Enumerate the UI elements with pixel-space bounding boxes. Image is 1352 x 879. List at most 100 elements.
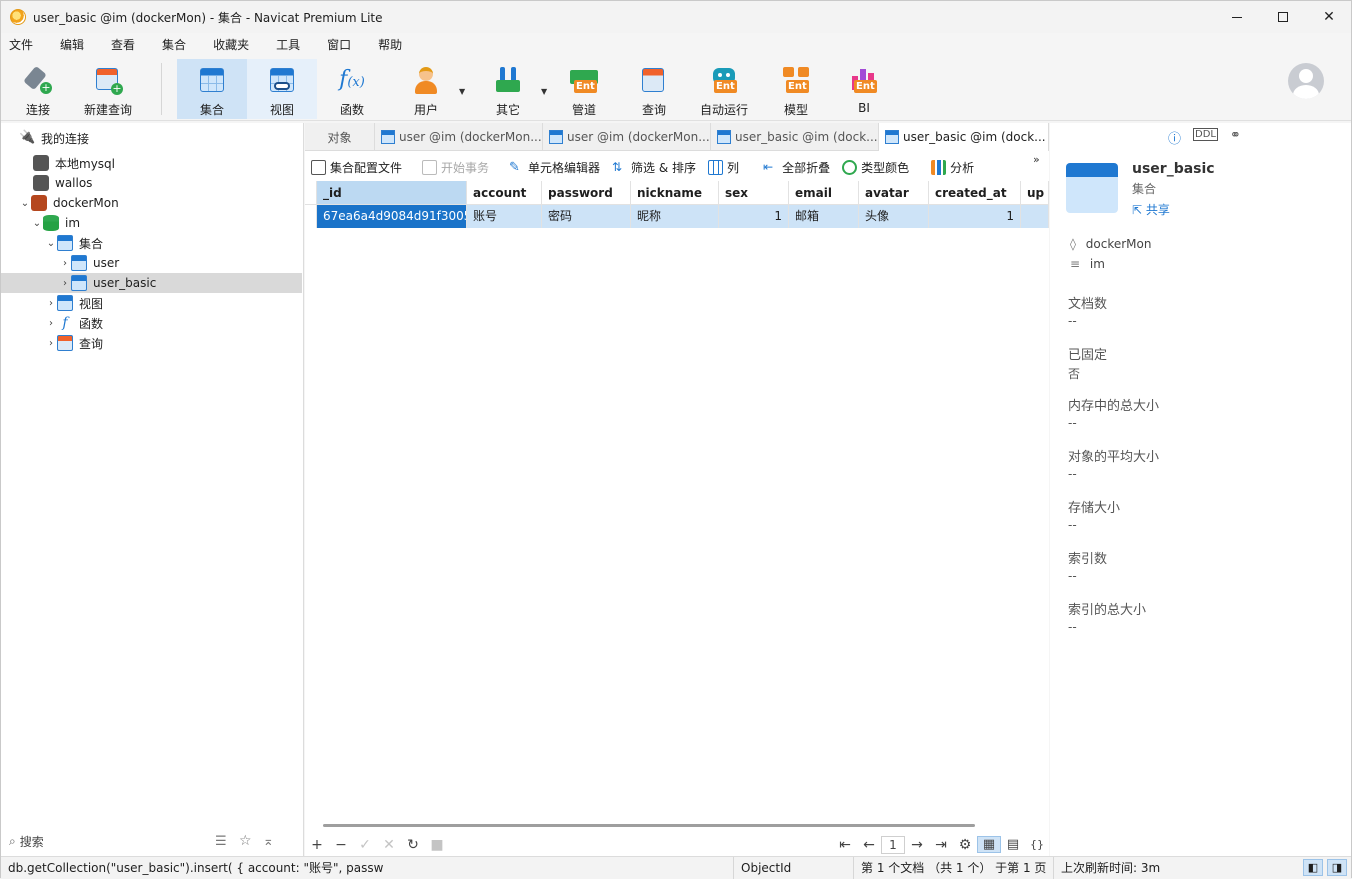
dependencies-icon[interactable]: ⚭ bbox=[1230, 128, 1241, 147]
search-input[interactable]: 搜索 bbox=[20, 833, 44, 850]
tree-item-collections[interactable]: ⌄ 集合 bbox=[1, 233, 302, 253]
menu-help[interactable]: 帮助 bbox=[370, 34, 413, 56]
column-header-password[interactable]: password bbox=[542, 181, 631, 205]
tab-user-1[interactable]: user @im (dockerMon... bbox=[375, 123, 543, 151]
chevron-down-icon[interactable]: ⌄ bbox=[45, 238, 57, 249]
previous-page-icon[interactable]: ← bbox=[857, 837, 881, 853]
column-header-email[interactable]: email bbox=[789, 181, 859, 205]
ddl-icon[interactable]: DDL bbox=[1193, 128, 1218, 141]
chevron-right-icon[interactable]: › bbox=[59, 278, 71, 289]
page-number-input[interactable]: 1 bbox=[881, 835, 905, 854]
cell-password[interactable]: 密码 bbox=[542, 205, 631, 228]
stop-icon[interactable]: ■ bbox=[425, 837, 449, 853]
cell-sex[interactable]: 1 bbox=[719, 205, 789, 228]
apply-changes-icon[interactable]: ✓ bbox=[353, 837, 377, 853]
more-chevron-icon[interactable]: » bbox=[1033, 153, 1040, 166]
minimize-button[interactable] bbox=[1214, 1, 1260, 33]
chevron-right-icon[interactable]: › bbox=[59, 258, 71, 269]
collapse-all-icon[interactable]: ⌅ bbox=[263, 834, 274, 849]
tree-root[interactable]: 🔌 我的连接 bbox=[1, 128, 302, 148]
pipeline-button[interactable]: Ent 管道 bbox=[553, 59, 615, 119]
cell-id[interactable]: 67ea6a4d9084d91f3005 bbox=[317, 205, 467, 228]
delete-record-icon[interactable]: − bbox=[329, 837, 353, 853]
begin-transaction-button[interactable]: 开始事务 bbox=[416, 159, 495, 176]
column-header-account[interactable]: account bbox=[467, 181, 542, 205]
cell-nickname[interactable]: 昵称 bbox=[631, 205, 719, 228]
columns-button[interactable]: 列 bbox=[702, 159, 745, 176]
model-button[interactable]: Ent 模型 bbox=[765, 59, 827, 119]
analyze-button[interactable]: 分析 bbox=[925, 159, 980, 176]
chevron-right-icon[interactable]: › bbox=[45, 298, 57, 309]
column-header-avatar[interactable]: avatar bbox=[859, 181, 929, 205]
last-page-icon[interactable]: ⇥ bbox=[929, 837, 953, 853]
function-button[interactable]: f(x) 函数 bbox=[321, 59, 383, 119]
tab-user-basic-2[interactable]: user_basic @im (dock... bbox=[879, 123, 1049, 151]
chevron-down-icon[interactable]: ⌄ bbox=[19, 198, 31, 209]
tree-item-views[interactable]: › 视图 bbox=[1, 293, 302, 313]
type-color-button[interactable]: 类型颜色 bbox=[836, 159, 915, 176]
tree-item-wallos[interactable]: wallos bbox=[1, 173, 302, 193]
json-view-icon[interactable]: {} bbox=[1025, 838, 1049, 851]
collection-config-button[interactable]: 集合配置文件 bbox=[305, 159, 408, 176]
info-icon[interactable]: ⓘ bbox=[1168, 128, 1181, 147]
cell-created-at[interactable]: 1 bbox=[929, 205, 1021, 228]
query-button[interactable]: 查询 bbox=[623, 59, 685, 119]
left-panel-toggle-icon[interactable]: ◧ bbox=[1303, 859, 1323, 876]
other-button[interactable]: 其它 bbox=[477, 59, 539, 119]
menu-view[interactable]: 查看 bbox=[103, 34, 146, 56]
chevron-right-icon[interactable]: › bbox=[45, 338, 57, 349]
view-button[interactable]: 视图 bbox=[247, 59, 317, 119]
cell-avatar[interactable]: 头像 bbox=[859, 205, 929, 228]
user-button[interactable]: 用户 bbox=[395, 59, 457, 119]
collection-button[interactable]: 集合 bbox=[177, 59, 247, 119]
cell-editor-button[interactable]: ✎ 单元格编辑器 bbox=[503, 159, 606, 176]
table-row[interactable]: 67ea6a4d9084d91f3005 账号 密码 昵称 1 邮箱 头像 1 bbox=[305, 205, 1049, 229]
star-icon[interactable]: ☆ bbox=[239, 833, 252, 849]
tree-item-user-basic[interactable]: › user_basic bbox=[1, 273, 302, 293]
user-dropdown-icon[interactable]: ▼ bbox=[459, 87, 465, 96]
tree-item-im[interactable]: ⌄ im bbox=[1, 213, 302, 233]
column-header-updated[interactable]: up bbox=[1021, 181, 1049, 205]
gear-icon[interactable]: ⚙ bbox=[953, 837, 977, 853]
account-avatar[interactable] bbox=[1288, 63, 1324, 99]
collapse-all-button[interactable]: ⇤ 全部折叠 bbox=[757, 159, 836, 176]
share-link[interactable]: ⇱ 共享 bbox=[1132, 201, 1170, 218]
column-header-sex[interactable]: sex bbox=[719, 181, 789, 205]
close-button[interactable]: ✕ bbox=[1306, 1, 1352, 33]
menu-edit[interactable]: 编辑 bbox=[52, 34, 95, 56]
tree-item-user[interactable]: › user bbox=[1, 253, 302, 273]
tree-item-local-mysql[interactable]: 本地mysql bbox=[1, 153, 302, 173]
connect-button[interactable]: + 连接 bbox=[9, 59, 67, 119]
cell-account[interactable]: 账号 bbox=[467, 205, 542, 228]
tab-user-2[interactable]: user @im (dockerMon... bbox=[543, 123, 711, 151]
tab-user-basic-1[interactable]: user_basic @im (dock... bbox=[711, 123, 879, 151]
tree-search[interactable]: ⌕ 搜索 ☰ ☆ ⌅ bbox=[1, 827, 302, 855]
filter-icon[interactable]: ☰ bbox=[215, 834, 227, 849]
menu-file[interactable]: 文件 bbox=[1, 34, 44, 56]
column-header-id[interactable]: _id bbox=[317, 181, 467, 205]
cell-updated[interactable] bbox=[1021, 205, 1049, 228]
horizontal-scrollbar[interactable] bbox=[323, 824, 975, 827]
menu-window[interactable]: 窗口 bbox=[319, 34, 362, 56]
next-page-icon[interactable]: → bbox=[905, 837, 929, 853]
other-dropdown-icon[interactable]: ▼ bbox=[541, 87, 547, 96]
column-header-nickname[interactable]: nickname bbox=[631, 181, 719, 205]
tree-item-queries[interactable]: › 查询 bbox=[1, 333, 302, 353]
chevron-down-icon[interactable]: ⌄ bbox=[31, 218, 43, 229]
tree-item-functions[interactable]: › f 函数 bbox=[1, 313, 302, 333]
discard-changes-icon[interactable]: ✕ bbox=[377, 837, 401, 853]
form-view-icon[interactable]: ▤ bbox=[1001, 837, 1025, 852]
bi-button[interactable]: Ent BI bbox=[833, 59, 895, 119]
right-panel-toggle-icon[interactable]: ◨ bbox=[1327, 859, 1347, 876]
tab-objects[interactable]: 对象 bbox=[305, 123, 375, 151]
grid-view-icon[interactable]: ▦ bbox=[977, 836, 1001, 853]
automation-button[interactable]: Ent 自动运行 bbox=[693, 59, 755, 119]
menu-collection[interactable]: 集合 bbox=[154, 34, 197, 56]
column-header-created-at[interactable]: created_at bbox=[929, 181, 1021, 205]
menu-tools[interactable]: 工具 bbox=[268, 34, 311, 56]
menu-favorites[interactable]: 收藏夹 bbox=[205, 34, 260, 56]
maximize-button[interactable] bbox=[1260, 1, 1306, 33]
add-record-icon[interactable]: + bbox=[305, 837, 329, 853]
refresh-icon[interactable]: ↻ bbox=[401, 837, 425, 853]
filter-sort-button[interactable]: ⇅ 筛选 & 排序 bbox=[606, 159, 702, 176]
